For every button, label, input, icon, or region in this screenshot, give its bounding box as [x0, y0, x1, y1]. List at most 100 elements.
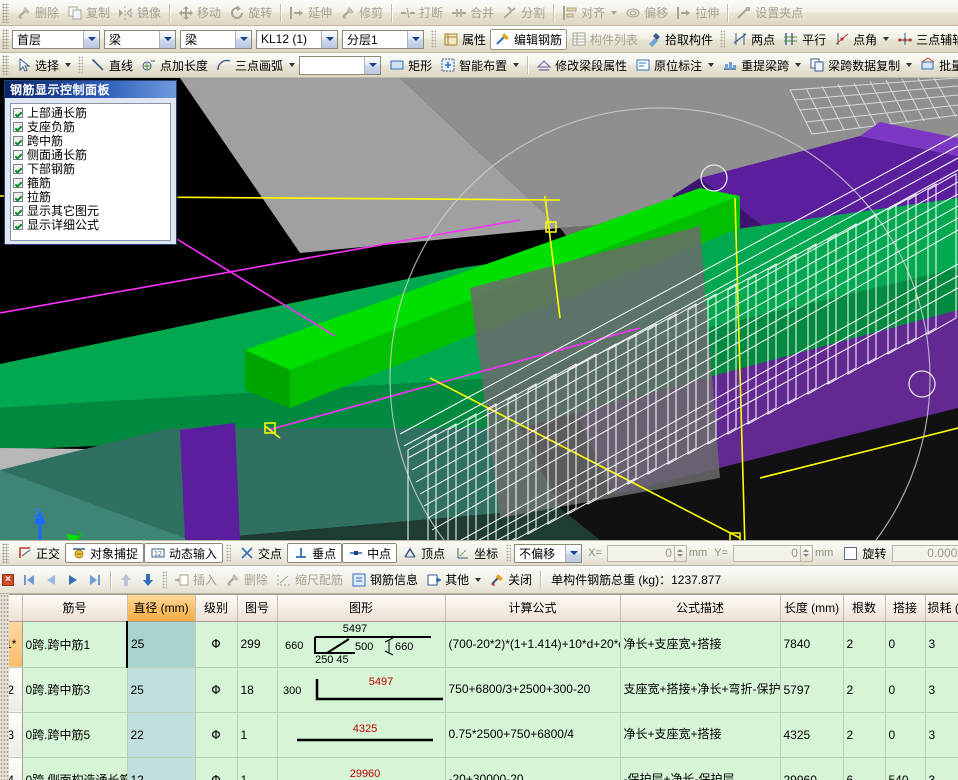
- 动态输入-toggle[interactable]: 12 动态输入: [144, 543, 224, 563]
- shape-combo[interactable]: [299, 55, 382, 75]
- rebar-table[interactable]: 筋号直径 (mm)级别图号图形计算公式公式描述长度 (mm)根数搭接损耗 (%)…: [0, 594, 958, 780]
- next-record-icon[interactable]: [62, 570, 84, 590]
- chevron-down-icon[interactable]: [883, 37, 890, 41]
- rebar-display-item[interactable]: 支座负筋: [13, 120, 170, 134]
- cell-lap[interactable]: 0: [885, 621, 926, 668]
- chevron-down-icon[interactable]: [289, 63, 296, 67]
- cell-tuhao[interactable]: 299: [237, 621, 278, 668]
- checkbox-checked-icon[interactable]: [13, 206, 23, 216]
- column-header-formula[interactable]: 计算公式: [445, 595, 621, 622]
- 交点-toggle[interactable]: 交点: [234, 543, 287, 563]
- cell-name[interactable]: 0跨.跨中筋5: [22, 712, 128, 758]
- cell-tuhao[interactable]: 1: [237, 712, 278, 758]
- column-header-dia[interactable]: 直径 (mm): [127, 595, 196, 622]
- category-combo[interactable]: 梁: [104, 29, 176, 49]
- rebar-display-item[interactable]: 拉筋: [13, 190, 170, 204]
- chevron-down-icon[interactable]: [611, 10, 618, 15]
- cell-len[interactable]: 29960: [780, 757, 844, 780]
- chevron-down-icon[interactable]: [235, 30, 251, 48]
- cell-loss[interactable]: 3: [925, 621, 958, 668]
- 属性-button[interactable]: 属性: [439, 29, 490, 50]
- rotate-input[interactable]: 0.000: [892, 544, 958, 562]
- rebar-display-item[interactable]: 显示详细公式: [13, 218, 170, 232]
- cell-name[interactable]: 0跨.跨中筋1: [22, 621, 128, 668]
- cell-desc[interactable]: 净长+支座宽+搭接: [620, 712, 781, 758]
- layer-combo[interactable]: 分层1: [342, 29, 424, 49]
- statusbar-grip[interactable]: [226, 544, 232, 562]
- cell-name[interactable]: 0跨.侧面构造通长筋1: [22, 757, 128, 780]
- column-header-tuhao[interactable]: 图号: [237, 595, 278, 622]
- cell-loss[interactable]: 3: [925, 757, 958, 780]
- rotate-checkbox[interactable]: [844, 546, 858, 560]
- y-offset-input[interactable]: 0: [732, 544, 801, 562]
- cell-dia[interactable]: 25: [127, 667, 196, 713]
- rebar-display-item[interactable]: 箍筋: [13, 176, 170, 190]
- table-row[interactable]: 2 0跨.跨中筋3 25 Φ 18 300 5497 750+6800/3+2500+30…: [0, 667, 958, 713]
- chevron-down-icon[interactable]: [321, 30, 337, 48]
- cell-shape[interactable]: 4325: [277, 712, 446, 758]
- offset-combo[interactable]: 不偏移: [514, 543, 583, 563]
- cell-desc[interactable]: 支座宽+搭接+净长+弯折-保护层: [620, 667, 781, 713]
- column-header-len[interactable]: 长度 (mm): [780, 595, 844, 622]
- chevron-down-icon[interactable]: [513, 63, 520, 67]
- toolbar-grip[interactable]: [2, 2, 9, 23]
- 智能布置-button[interactable]: 智能布置: [436, 55, 523, 76]
- 关闭-button[interactable]: 关闭: [485, 569, 536, 590]
- cell-grade[interactable]: Φ: [195, 712, 238, 758]
- cell-count[interactable]: 2: [843, 621, 886, 668]
- cell-formula[interactable]: -20+30000-20: [445, 757, 621, 780]
- rebar-display-item[interactable]: 上部通长筋: [13, 106, 170, 120]
- chevron-down-icon[interactable]: [708, 63, 715, 67]
- cell-desc[interactable]: -保护层+净长-保护层: [620, 757, 781, 780]
- chevron-down-icon[interactable]: [65, 63, 72, 67]
- column-header-name[interactable]: 筋号: [22, 595, 128, 622]
- close-icon[interactable]: ×: [2, 573, 14, 586]
- 平行-button[interactable]: 平行: [779, 29, 830, 50]
- checkbox-checked-icon[interactable]: [13, 164, 23, 174]
- rebar-display-item[interactable]: 显示其它图元: [13, 204, 170, 218]
- rebar-display-item[interactable]: 跨中筋: [13, 134, 170, 148]
- 对象捕捉-toggle[interactable]: 对象捕捉: [65, 543, 145, 563]
- rebar-display-item[interactable]: 下部钢筋: [13, 162, 170, 176]
- table-row[interactable]: 1* 0跨.跨中筋1 25 Φ 299 660 500 660 5497 250 45(…: [0, 621, 958, 668]
- cell-grade[interactable]: Φ: [195, 757, 238, 780]
- chevron-down-icon[interactable]: [364, 56, 381, 74]
- column-header-desc[interactable]: 公式描述: [620, 595, 781, 622]
- 原位标注-button[interactable]: 原位标注: [631, 55, 718, 76]
- x-offset-input[interactable]: 0: [606, 544, 675, 562]
- member-combo[interactable]: KL12 (1): [256, 29, 338, 49]
- cell-lap[interactable]: 0: [885, 667, 926, 713]
- 正交-toggle[interactable]: 正交: [12, 543, 65, 563]
- cell-lap[interactable]: 0: [885, 712, 926, 758]
- prev-record-icon[interactable]: [40, 570, 62, 590]
- column-header-count[interactable]: 根数: [843, 595, 886, 622]
- cell-shape[interactable]: 660 500 660 5497 250 45: [277, 621, 446, 668]
- spinner[interactable]: [800, 544, 813, 562]
- cell-len[interactable]: 4325: [780, 712, 844, 758]
- cell-formula[interactable]: (700-20*2)*(1+1.414)+10*d+20*d+2500-20+7…: [445, 621, 621, 668]
- checkbox-checked-icon[interactable]: [13, 192, 23, 202]
- rebar-display-control-panel[interactable]: 钢筋显示控制面板 上部通长筋 支座负筋 跨中筋 侧面通长筋 下部钢筋 箍筋 拉筋 显示其它图元…: [4, 80, 177, 245]
- 坐标-toggle[interactable]: 坐标: [450, 543, 503, 563]
- cell-formula[interactable]: 750+6800/3+2500+300-20: [445, 667, 621, 713]
- cell-count[interactable]: 6: [843, 757, 886, 780]
- 重提梁跨-button[interactable]: 重提梁跨: [718, 55, 805, 76]
- rebar-display-item[interactable]: 侧面通长筋: [13, 148, 170, 162]
- cell-loss[interactable]: 3: [925, 712, 958, 758]
- chevron-down-icon[interactable]: [83, 30, 99, 48]
- first-record-icon[interactable]: [18, 570, 40, 590]
- 三点辅轴-button[interactable]: 三点辅轴: [893, 29, 958, 50]
- 垂点-toggle[interactable]: 垂点: [287, 543, 343, 563]
- checkbox-checked-icon[interactable]: [13, 136, 23, 146]
- move-up-icon[interactable]: [115, 570, 137, 590]
- last-record-icon[interactable]: [84, 570, 106, 590]
- cell-count[interactable]: 2: [843, 712, 886, 758]
- statusbar-grip[interactable]: [2, 543, 9, 563]
- cell-tuhao[interactable]: 18: [237, 667, 278, 713]
- cell-len[interactable]: 5797: [780, 667, 844, 713]
- toolbar-grip[interactable]: [78, 56, 84, 74]
- 选择-button[interactable]: 选择: [12, 55, 75, 76]
- spinner[interactable]: [674, 544, 687, 562]
- cell-grade[interactable]: Φ: [195, 621, 238, 668]
- chevron-down-icon[interactable]: [407, 30, 423, 48]
